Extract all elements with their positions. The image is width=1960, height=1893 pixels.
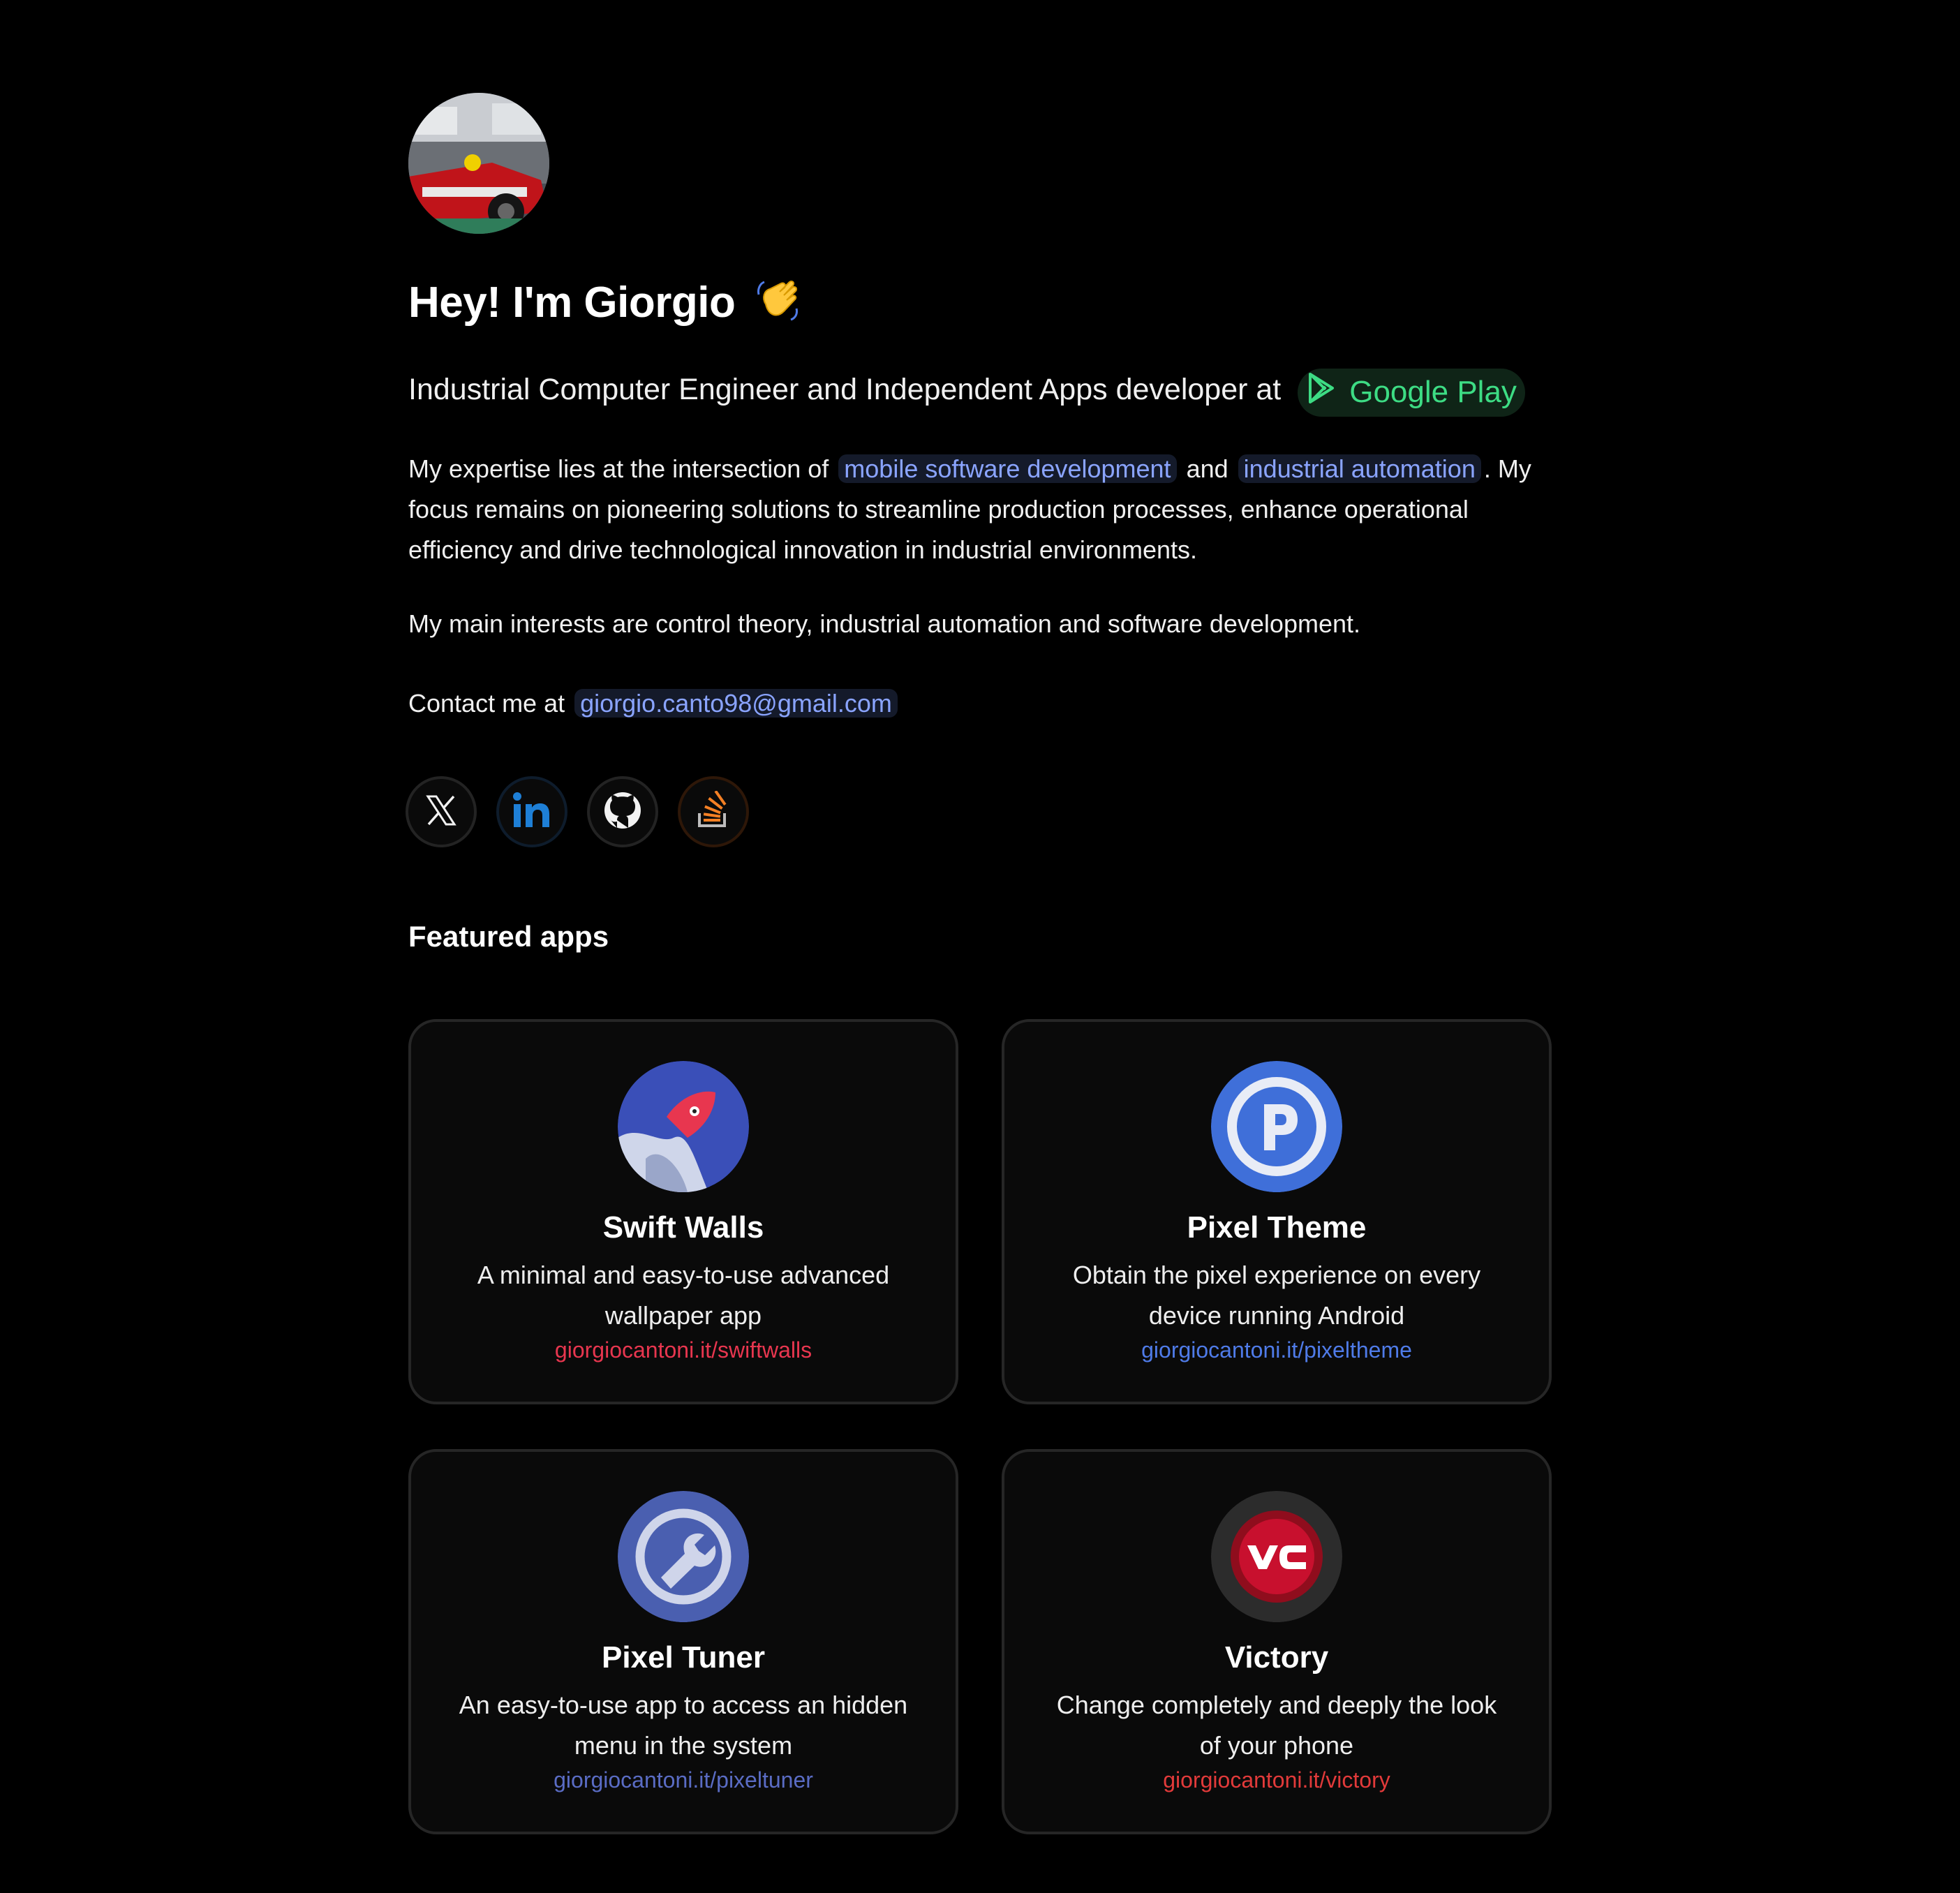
app-card-victory[interactable]: Victory Change completely and deeply the… [1002, 1449, 1552, 1834]
featured-apps-heading: Featured apps [408, 920, 609, 953]
linkedin-link[interactable] [496, 776, 567, 847]
app-description: An easy-to-use app to access an hidden m… [459, 1691, 908, 1760]
swift-walls-icon [618, 1061, 749, 1192]
interests-paragraph: My main interests are control theory, in… [408, 609, 1361, 638]
contact-line: Contact me at giorgio.canto98@gmail.com [408, 683, 1553, 724]
app-name: Pixel Tuner [602, 1640, 765, 1675]
linkedin-icon [512, 791, 551, 833]
pixel-theme-icon [1211, 1061, 1342, 1192]
github-icon [603, 791, 642, 833]
email-link[interactable]: giorgio.canto98@gmail.com [574, 689, 898, 718]
google-play-icon [1307, 373, 1335, 411]
highlight-mobile-dev: mobile software development [838, 454, 1177, 483]
app-name: Victory [1224, 1640, 1329, 1675]
app-card-pixel-tuner[interactable]: Pixel Tuner An easy-to-use app to access… [408, 1449, 958, 1834]
github-link[interactable] [587, 776, 658, 847]
app-link[interactable]: giorgiocantoni.it/pixeltuner [411, 1767, 956, 1793]
app-link[interactable]: giorgiocantoni.it/victory [1004, 1767, 1549, 1793]
social-links [406, 776, 749, 847]
about-paragraph: My expertise lies at the intersection of… [408, 454, 1531, 564]
stackoverflow-icon [694, 789, 733, 833]
google-play-link[interactable]: Google Play [1298, 369, 1525, 417]
app-link[interactable]: giorgiocantoni.it/pixeltheme [1004, 1337, 1549, 1363]
app-description: A minimal and easy-to-use advanced wallp… [477, 1261, 890, 1330]
app-name: Swift Walls [602, 1210, 764, 1245]
app-description: Obtain the pixel experience on every dev… [1072, 1261, 1481, 1330]
avatar [408, 93, 549, 234]
stackoverflow-link[interactable] [678, 776, 749, 847]
waving-hand-icon [753, 274, 803, 334]
app-name: Pixel Theme [1187, 1210, 1367, 1245]
subtitle-text: Industrial Computer Engineer and Indepen… [408, 373, 1282, 406]
app-description: Change completely and deeply the look of… [1056, 1691, 1497, 1760]
pixel-tuner-icon [618, 1491, 749, 1622]
avatar-image [408, 93, 549, 234]
app-card-pixel-theme[interactable]: Pixel Theme Obtain the pixel experience … [1002, 1019, 1552, 1404]
highlight-industrial-automation: industrial automation [1238, 454, 1481, 483]
victory-icon [1211, 1491, 1342, 1622]
subtitle: Industrial Computer Engineer and Indepen… [408, 369, 1525, 417]
x-link[interactable] [406, 776, 477, 847]
app-card-swift-walls[interactable]: Swift Walls A minimal and easy-to-use ad… [408, 1019, 958, 1404]
x-icon [424, 794, 458, 831]
google-play-label: Google Play [1349, 374, 1517, 409]
app-link[interactable]: giorgiocantoni.it/swiftwalls [411, 1337, 956, 1363]
page-title: Hey! I'm Giorgio [408, 274, 803, 334]
